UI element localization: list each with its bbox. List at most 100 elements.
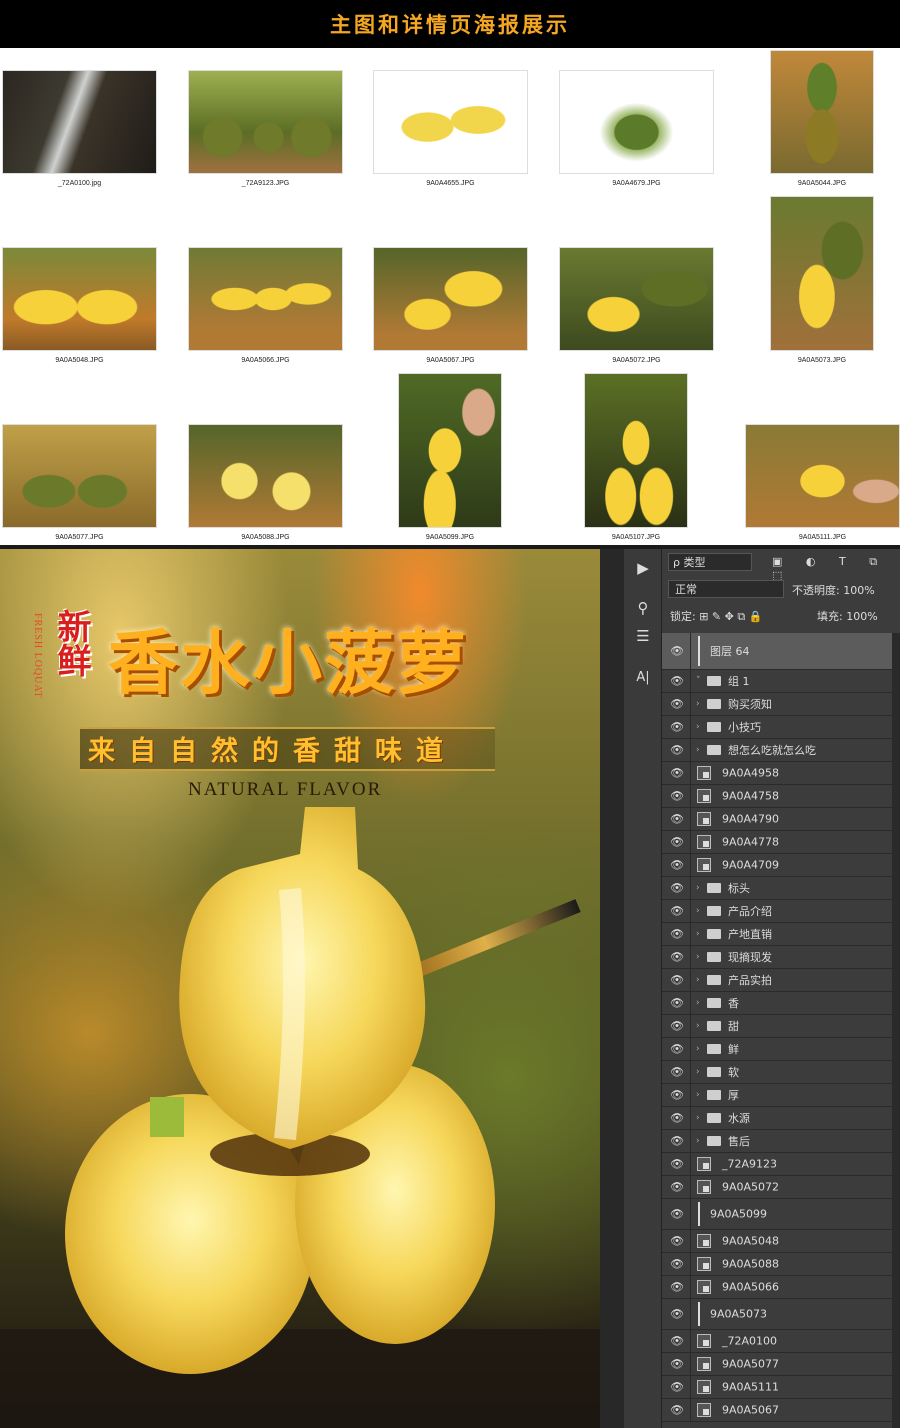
visibility-eye-icon[interactable]: 👁 <box>670 1335 684 1348</box>
chevron-right-icon[interactable]: › <box>696 929 700 939</box>
visibility-eye-icon[interactable]: 👁 <box>670 1281 684 1294</box>
layer-row[interactable]: 👁 › 售后 <box>662 1130 900 1153</box>
fill-field[interactable]: 填充: 100% <box>817 608 878 624</box>
layer-row[interactable]: 👁 9A0A4958 <box>662 762 900 785</box>
visibility-eye-icon[interactable]: 👁 <box>670 882 684 895</box>
thumbnail[interactable]: 9A0A5072.JPG <box>559 247 714 364</box>
chevron-right-icon[interactable]: › <box>696 722 700 732</box>
visibility-eye-icon[interactable]: 👁 <box>670 974 684 987</box>
visibility-eye-icon[interactable]: 👁 <box>670 675 684 688</box>
layer-row[interactable]: 👁 9A0A5088 <box>662 1253 900 1276</box>
visibility-eye-icon[interactable]: 👁 <box>670 1381 684 1394</box>
visibility-eye-icon[interactable]: 👁 <box>670 1020 684 1033</box>
visibility-eye-icon[interactable]: 👁 <box>670 1066 684 1079</box>
visibility-eye-icon[interactable]: 👁 <box>670 744 684 757</box>
visibility-eye-icon[interactable]: 👁 <box>670 928 684 941</box>
layer-row[interactable]: 👁 › 现摘现发 <box>662 946 900 969</box>
layer-row[interactable]: 👁 › 标头 <box>662 877 900 900</box>
layer-row[interactable]: 👁 › 产品介绍 <box>662 900 900 923</box>
layer-row[interactable]: 👁 9A0A5077 <box>662 1353 900 1376</box>
adjust-icon[interactable]: ☰ <box>631 625 655 647</box>
visibility-eye-icon[interactable]: 👁 <box>670 1089 684 1102</box>
thumbnail[interactable]: 9A0A5099.JPG <box>398 373 502 541</box>
layers-scrollbar[interactable] <box>892 633 900 1428</box>
visibility-eye-icon[interactable]: 👁 <box>670 1235 684 1248</box>
visibility-eye-icon[interactable]: 👁 <box>670 1158 684 1171</box>
chevron-right-icon[interactable]: › <box>696 1136 700 1146</box>
thumbnail[interactable]: 9A0A5107.JPG <box>584 373 688 541</box>
layer-row[interactable]: 👁 _72A0100 <box>662 1330 900 1353</box>
visibility-eye-icon[interactable]: 👁 <box>670 1112 684 1125</box>
layer-row[interactable]: 👁 › 小技巧 <box>662 716 900 739</box>
visibility-eye-icon[interactable]: 👁 <box>670 951 684 964</box>
chevron-right-icon[interactable]: › <box>696 883 700 893</box>
play-icon[interactable]: ▶ <box>631 557 655 579</box>
visibility-eye-icon[interactable]: 👁 <box>670 813 684 826</box>
chevron-right-icon[interactable]: › <box>696 745 700 755</box>
layer-row[interactable]: 👁 › 想怎么吃就怎么吃 <box>662 739 900 762</box>
visibility-eye-icon[interactable]: 👁 <box>670 1358 684 1371</box>
layer-row[interactable]: 👁 9A0A5048 <box>662 1230 900 1253</box>
chevron-right-icon[interactable]: › <box>696 699 700 709</box>
chevron-right-icon[interactable]: › <box>696 1090 700 1100</box>
filter-icons[interactable]: ▣ ◐ T ⧉ ⬚ <box>772 555 900 582</box>
thumbnail[interactable]: 9A0A5111.JPG <box>745 424 900 541</box>
thumbnail[interactable]: 9A0A5044.JPG <box>770 50 874 187</box>
brush-settings-icon[interactable]: ⚲ <box>631 597 655 619</box>
thumbnail[interactable]: 9A0A5088.JPG <box>188 424 343 541</box>
visibility-eye-icon[interactable]: 👁 <box>670 997 684 1010</box>
layer-row[interactable]: 👁 › 鲜 <box>662 1038 900 1061</box>
opacity-field[interactable]: 不透明度: 100% <box>792 582 875 598</box>
thumbnail[interactable]: 9A0A5067.JPG <box>373 247 528 364</box>
layer-row[interactable]: 👁 9A0A5099 <box>662 1199 900 1230</box>
visibility-eye-icon[interactable]: 👁 <box>670 1258 684 1271</box>
layer-row[interactable]: 👁 › 购买须知 <box>662 693 900 716</box>
layer-row[interactable]: 👁 › 香 <box>662 992 900 1015</box>
thumbnail[interactable]: 9A0A4679.JPG <box>559 70 714 187</box>
layer-row[interactable]: 👁 9A0A5067 <box>662 1399 900 1422</box>
layer-row[interactable]: 👁 ˅ 组 1 <box>662 670 900 693</box>
layer-row[interactable]: 👁 9A0A5072 <box>662 1176 900 1199</box>
layer-row[interactable]: 👁 › 水源 <box>662 1107 900 1130</box>
thumbnail[interactable]: 9A0A5048.JPG <box>2 247 157 364</box>
visibility-eye-icon[interactable]: 👁 <box>670 721 684 734</box>
visibility-eye-icon[interactable]: 👁 <box>670 836 684 849</box>
layer-row[interactable]: 👁 9A0A5111 <box>662 1376 900 1399</box>
visibility-eye-icon[interactable]: 👁 <box>670 1308 684 1321</box>
layer-row[interactable]: 👁 9A0A4778 <box>662 831 900 854</box>
layer-row[interactable]: 👁 9A0A5066 <box>662 1276 900 1299</box>
visibility-eye-icon[interactable]: 👁 <box>670 1208 684 1221</box>
layer-row[interactable]: 👁 › 产品实拍 <box>662 969 900 992</box>
layer-row[interactable]: 👁 › 软 <box>662 1061 900 1084</box>
chevron-down-icon[interactable]: ˅ <box>696 676 701 686</box>
layer-row[interactable]: 👁 9A0A4709 <box>662 854 900 877</box>
thumbnail[interactable]: 9A0A4655.JPG <box>373 70 528 187</box>
visibility-eye-icon[interactable]: 👁 <box>670 790 684 803</box>
visibility-eye-icon[interactable]: 👁 <box>670 767 684 780</box>
thumbnail[interactable]: _72A0100.jpg <box>2 70 157 187</box>
chevron-right-icon[interactable]: › <box>696 1021 700 1031</box>
layer-row[interactable]: 👁 › 产地直销 <box>662 923 900 946</box>
thumbnail[interactable]: 9A0A5077.JPG <box>2 424 157 541</box>
character-icon[interactable]: A| <box>631 667 655 689</box>
thumbnail[interactable]: 9A0A5073.JPG <box>770 196 874 364</box>
layer-row[interactable]: 👁 图层 64 <box>662 633 900 670</box>
thumbnail[interactable]: _72A9123.JPG <box>188 70 343 187</box>
visibility-eye-icon[interactable]: 👁 <box>670 1181 684 1194</box>
visibility-eye-icon[interactable]: 👁 <box>670 698 684 711</box>
visibility-eye-icon[interactable]: 👁 <box>670 1043 684 1056</box>
layer-row[interactable]: 👁 _72A9123 <box>662 1153 900 1176</box>
layer-row[interactable]: 👁 9A0A5073 <box>662 1299 900 1330</box>
thumbnail[interactable]: 9A0A5066.JPG <box>188 247 343 364</box>
layer-filter-select[interactable]: ρ 类型 <box>668 553 752 571</box>
chevron-right-icon[interactable]: › <box>696 1044 700 1054</box>
chevron-right-icon[interactable]: › <box>696 975 700 985</box>
layer-row[interactable]: 👁 › 厚 <box>662 1084 900 1107</box>
visibility-eye-icon[interactable]: 👁 <box>670 859 684 872</box>
chevron-right-icon[interactable]: › <box>696 1113 700 1123</box>
lock-controls[interactable]: 锁定: ⊞ ✎ ✥ ⧉ 🔒 <box>670 608 762 624</box>
visibility-eye-icon[interactable]: 👁 <box>670 1404 684 1417</box>
visibility-eye-icon[interactable]: 👁 <box>670 905 684 918</box>
visibility-eye-icon[interactable]: 👁 <box>670 645 684 658</box>
visibility-eye-icon[interactable]: 👁 <box>670 1135 684 1148</box>
